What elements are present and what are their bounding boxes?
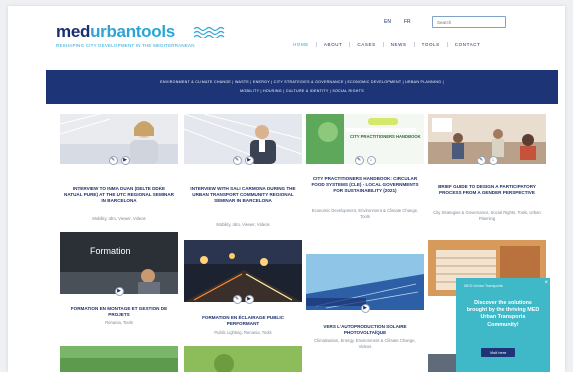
- video-icon[interactable]: ▶: [120, 156, 130, 165]
- card-thumbnail[interactable]: Formation: [60, 232, 178, 294]
- street-lighting-image: [184, 240, 302, 302]
- card-title[interactable]: FORMATION EN MONTAGE ET GESTION DE PROJE…: [64, 306, 174, 318]
- site-logo[interactable]: medurbantools: [56, 22, 175, 42]
- filter-row-1[interactable]: ENVIRONMENT & CLIMATE CHANGE | WASTE | E…: [46, 80, 558, 84]
- nav-contact[interactable]: CONTACT: [446, 42, 488, 47]
- video-icon[interactable]: ▶: [244, 156, 254, 165]
- card-title[interactable]: FORMATION EN ÉCLAIRAGE PUBLIC PERFORMANT: [188, 315, 298, 327]
- logo-urbantools: urbantools: [90, 22, 175, 41]
- card-thumbnail[interactable]: [306, 254, 424, 310]
- popup-brand: MED Urban Transports: [464, 284, 503, 288]
- card-tags: Mobility, Idro, Viewer, Videos: [92, 216, 146, 221]
- tag-icon[interactable]: ✎: [354, 156, 364, 165]
- download-icon[interactable]: ↓: [366, 156, 376, 165]
- lang-en-link[interactable]: EN: [384, 19, 391, 25]
- logo-med: med: [56, 22, 91, 41]
- page: medurbantools Reshaping city development…: [8, 6, 565, 372]
- category-filter-bar: ENVIRONMENT & CLIMATE CHANGE | WASTE | E…: [46, 70, 558, 104]
- card-icon-row: ✎ ▶: [184, 295, 302, 305]
- logo-waves-icon: [193, 26, 225, 38]
- card-handbook-food[interactable]: CITY PRACTITIONERS HANDBOOK ✎ ↓ CITY PRA…: [306, 114, 424, 234]
- site-header: medurbantools Reshaping city development…: [8, 6, 565, 70]
- card-formation-projets[interactable]: Formation ▶ FORMATION EN MONTAGE ET GEST…: [60, 232, 178, 332]
- card-tags: Renania, Tools: [105, 320, 133, 325]
- card-icon-row: ✎ ▶: [184, 156, 302, 166]
- card-icon-row: ✎ ▶: [60, 156, 178, 166]
- main-nav: HOME ABOUT CASES NEWS TOOLS CONTACT: [286, 42, 487, 47]
- formation-image: Formation: [60, 232, 178, 294]
- card-interview-sali[interactable]: ✎ ▶ INTERVIEW WITH SALI CARMONA DURING T…: [184, 114, 302, 234]
- nav-home[interactable]: HOME: [286, 42, 316, 47]
- card-tags: Mobility, Idro, Viewer, Videos: [216, 222, 270, 227]
- formation-overlay-text: Formation: [90, 246, 131, 256]
- card-title[interactable]: INTERVIEW WITH SALI CARMONA DURING THE U…: [188, 186, 298, 205]
- nav-news[interactable]: NEWS: [382, 42, 414, 47]
- popup-visit-button[interactable]: Visit here: [481, 348, 515, 357]
- card-icon-row: ▶: [60, 287, 178, 297]
- card-autoproduction-solaire[interactable]: ▶ VERS L'AUTOPRODUCTION SOLAIRE PHOTOVOL…: [306, 254, 424, 366]
- card-tags: City Strategies & Governance, Social Rig…: [433, 210, 541, 221]
- card-title[interactable]: BRIEF GUIDE TO DESIGN A PARTICIPATORY PR…: [432, 184, 542, 196]
- card-tags: Economic Development, Environment & Clim…: [311, 208, 419, 219]
- handbook-cover-title: CITY PRACTITIONERS HANDBOOK: [350, 134, 421, 139]
- tag-icon[interactable]: ✎: [108, 156, 118, 165]
- video-icon[interactable]: ▶: [360, 304, 370, 313]
- lang-fr-link[interactable]: FR: [404, 19, 411, 25]
- tag-icon[interactable]: ✎: [232, 156, 242, 165]
- site-tagline: Reshaping city development in the Medite…: [56, 43, 195, 48]
- card-tags: Climatisation, Energy, Environment & Cli…: [314, 338, 416, 349]
- card-thumbnail[interactable]: [184, 240, 302, 302]
- tag-icon[interactable]: ✎: [476, 156, 486, 165]
- tag-icon[interactable]: ✎: [232, 295, 242, 304]
- video-icon[interactable]: ▶: [244, 295, 254, 304]
- card-interview-inma[interactable]: ✎ ▶ INTERVIEW TO INMA DUAN (DELTE DDKE N…: [60, 114, 178, 224]
- nav-tools[interactable]: TOOLS: [413, 42, 447, 47]
- solar-panels-image: [306, 254, 424, 310]
- card-eclairage-public[interactable]: ✎ ▶ FORMATION EN ÉCLAIRAGE PUBLIC PERFOR…: [184, 240, 302, 340]
- card-title[interactable]: VERS L'AUTOPRODUCTION SOLAIRE PHOTOVOLTA…: [310, 324, 420, 336]
- card-thumbnail-partial-1[interactable]: [60, 346, 178, 372]
- card-icon-row: ✎ ↓: [306, 156, 424, 166]
- card-title[interactable]: INTERVIEW TO INMA DUAN (DELTE DDKE NATUA…: [64, 186, 174, 205]
- card-tags: Public Lighting, Renania, Tools: [214, 330, 272, 335]
- search-input[interactable]: [432, 16, 506, 28]
- card-title[interactable]: CITY PRACTITIONERS HANDBOOK: CIRCULAR FO…: [310, 176, 420, 195]
- card-icon-row: ▶: [306, 304, 424, 314]
- card-gender-guide[interactable]: ✎ ↓ BRIEF GUIDE TO DESIGN A PARTICIPATOR…: [428, 114, 546, 234]
- download-icon[interactable]: ↓: [488, 156, 498, 165]
- nav-cases[interactable]: CASES: [349, 42, 382, 47]
- card-thumbnail-partial-2[interactable]: [184, 346, 302, 372]
- popup-message: Discover the solutions brought by the th…: [466, 300, 540, 328]
- community-popup: MED Urban Transports × Discover the solu…: [456, 278, 550, 372]
- popup-close-icon[interactable]: ×: [544, 280, 548, 286]
- video-icon[interactable]: ▶: [114, 287, 124, 296]
- nav-about[interactable]: ABOUT: [315, 42, 350, 47]
- filter-row-2[interactable]: MOBILITY | HOUSING | CULTURE & IDENTITY …: [46, 89, 558, 93]
- card-icon-row: ✎ ↓: [428, 156, 546, 166]
